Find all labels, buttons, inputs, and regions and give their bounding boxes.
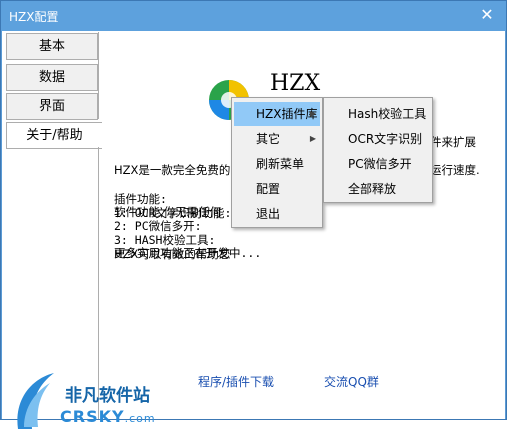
- menu-item-exit[interactable]: 退出: [234, 202, 320, 226]
- plugin-submenu: Hash校验工具 OCR文字识别 PC微信多开 全部释放: [323, 97, 433, 203]
- menu-item-release-all[interactable]: 全部释放: [326, 177, 430, 201]
- tab-interface[interactable]: 界面: [6, 93, 98, 120]
- menu-item-refresh[interactable]: 刷新菜单: [234, 152, 320, 176]
- window-title: HZX配置: [9, 10, 59, 24]
- app-name: HZX: [270, 71, 321, 96]
- watermark-sub: CRSKY.com: [60, 407, 156, 426]
- context-menu: HZX插件库 ▶ 其它 ▶ 刷新菜单 配置 退出: [231, 97, 323, 228]
- description-tail: 运行速度.: [430, 163, 480, 177]
- menu-item-other[interactable]: 其它 ▶: [234, 127, 320, 151]
- menu-item-wechat-multi[interactable]: PC微信多开: [326, 152, 430, 176]
- submenu-arrow-icon: ▶: [309, 134, 316, 143]
- menu-item-hash-tool[interactable]: Hash校验工具: [326, 102, 430, 126]
- tab-basic[interactable]: 基本: [6, 33, 98, 60]
- menu-item-ocr[interactable]: OCR文字识别: [326, 127, 430, 151]
- qq-group-link[interactable]: 交流QQ群: [324, 373, 379, 390]
- title-bar[interactable]: HZX配置 ✕: [1, 1, 506, 31]
- watermark: 非凡软件站 CRSKY.com: [10, 369, 170, 441]
- tab-divider: [98, 32, 99, 119]
- menu-item-settings[interactable]: 配置: [234, 177, 320, 201]
- submenu-arrow-icon: ▶: [309, 109, 316, 118]
- watermark-title: 非凡软件站: [65, 386, 150, 406]
- menu-item-hzx-plugins[interactable]: HZX插件库 ▶: [234, 102, 320, 126]
- tab-about-help[interactable]: 关于/帮助: [6, 122, 102, 149]
- close-button[interactable]: ✕: [476, 5, 498, 25]
- config-window: HZX配置 ✕ 基本 数据 界面 关于/帮助 HZX HZX是一款完全免费的 软…: [0, 0, 507, 429]
- description-tail: 件来扩展: [430, 135, 476, 149]
- download-link[interactable]: 程序/插件下载: [198, 373, 274, 390]
- tab-data[interactable]: 数据: [6, 64, 98, 91]
- watermark-logo-icon: [17, 373, 54, 429]
